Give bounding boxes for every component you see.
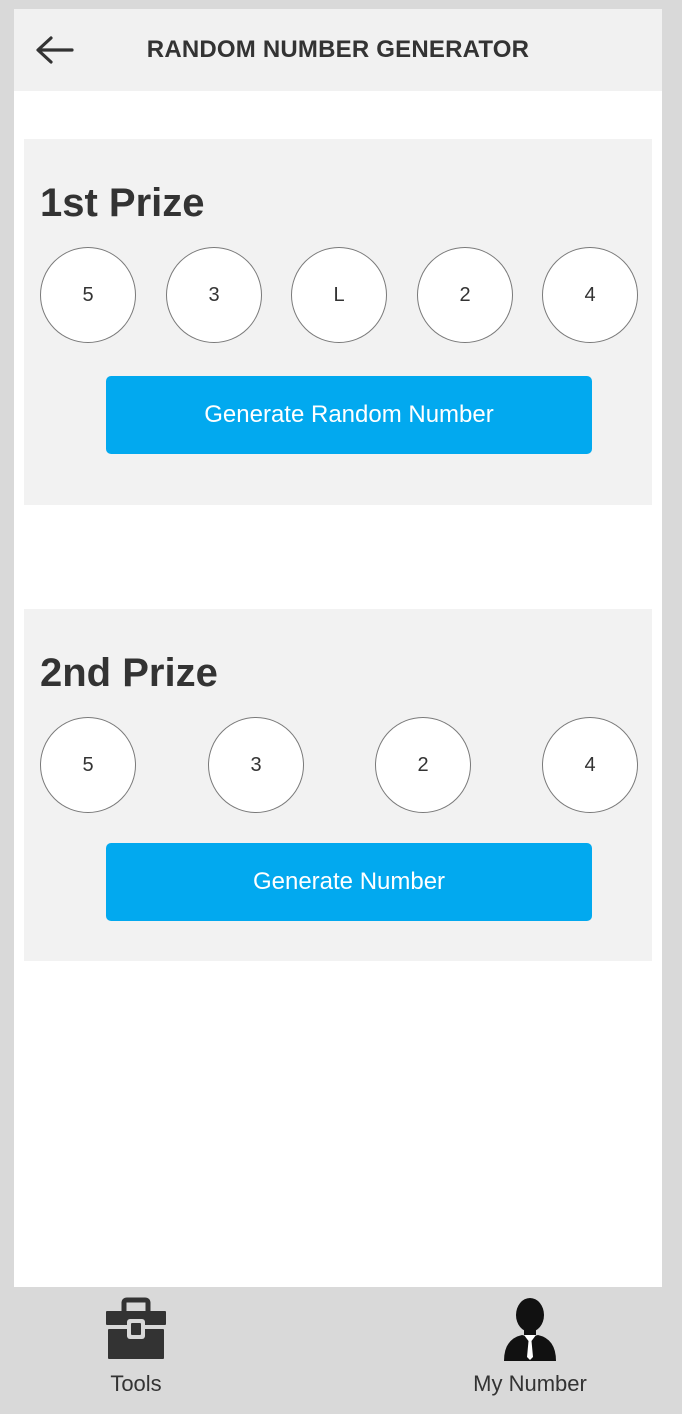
prize-title: 2nd Prize bbox=[40, 651, 218, 695]
nav-label-tools: Tools bbox=[110, 1371, 162, 1396]
number-ball: 4 bbox=[542, 717, 638, 813]
prize-card-1st: 1st Prize 5 3 L 2 4 Generate Random Numb… bbox=[24, 139, 652, 505]
number-ball: 3 bbox=[166, 247, 262, 343]
header-bar: RANDOM NUMBER GENERATOR bbox=[14, 9, 662, 91]
generate-random-number-button[interactable]: Generate Random Number bbox=[106, 376, 592, 454]
user-icon bbox=[430, 1297, 630, 1361]
app-screen: RANDOM NUMBER GENERATOR 1st Prize 5 3 L … bbox=[14, 9, 662, 1412]
arrow-left-icon bbox=[36, 36, 74, 64]
nav-label-my-number: My Number bbox=[473, 1371, 587, 1396]
number-ball: 5 bbox=[40, 717, 136, 813]
prize-title: 1st Prize bbox=[40, 181, 205, 225]
number-ball: L bbox=[291, 247, 387, 343]
bottom-nav: Tools My Number bbox=[14, 1287, 662, 1412]
nav-item-tools[interactable]: Tools bbox=[36, 1287, 236, 1412]
page-title-text: RANDOM NUMBER GENERATOR bbox=[146, 36, 530, 63]
toolbox-icon bbox=[36, 1297, 236, 1361]
number-ball: 2 bbox=[417, 247, 513, 343]
page-title: RANDOM NUMBER GENERATOR bbox=[14, 9, 662, 91]
nav-item-my-number[interactable]: My Number bbox=[430, 1287, 630, 1412]
back-button[interactable] bbox=[32, 31, 76, 69]
number-ball: 5 bbox=[40, 247, 136, 343]
prize-card-2nd: 2nd Prize 5 3 2 4 Generate Number bbox=[24, 609, 652, 961]
generate-number-button[interactable]: Generate Number bbox=[106, 843, 592, 921]
number-ball: 4 bbox=[542, 247, 638, 343]
number-ball: 3 bbox=[208, 717, 304, 813]
number-ball: 2 bbox=[375, 717, 471, 813]
